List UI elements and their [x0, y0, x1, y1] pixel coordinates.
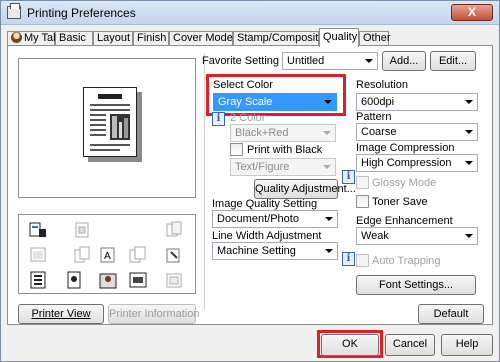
column-divider [204, 54, 205, 310]
account-track-icon [129, 272, 147, 288]
tab-layout[interactable]: Layout [93, 31, 133, 46]
favorite-setting-dropdown[interactable]: Untitled [282, 52, 378, 70]
two-color-label: 2 Color [230, 112, 266, 124]
layout-icon [29, 222, 46, 237]
close-button[interactable]: X [451, 4, 493, 21]
line-width-adjustment-label: Line Width Adjustment [212, 230, 322, 242]
select-color-label: Select Color [213, 79, 273, 91]
select-color-dropdown[interactable]: Gray Scale [213, 93, 337, 111]
line-width-adjustment-dropdown[interactable]: Machine Setting [212, 242, 338, 260]
chevron-down-icon [465, 161, 473, 165]
tab-other[interactable]: Other [359, 31, 391, 46]
document-icon [30, 271, 46, 289]
chevron-down-icon [325, 217, 333, 221]
printer-icon [7, 3, 21, 19]
quality-panel: A Printer View Printer Information Favor… [7, 45, 493, 325]
document-preview-icon [90, 94, 130, 151]
quality-adjustment-button[interactable]: Quality Adjustment... [254, 179, 356, 199]
printer-information-button[interactable]: Printer Information [108, 304, 199, 324]
function-icons-panel: A [18, 214, 196, 294]
booklet-icon [30, 247, 46, 262]
chevron-down-icon [325, 249, 333, 253]
svg-text:A: A [104, 251, 111, 262]
text-icon: A [100, 247, 115, 263]
resolution-label: Resolution [356, 79, 408, 91]
print-with-black-label: Print with Black [247, 144, 323, 156]
chevron-down-icon [465, 130, 473, 134]
info-icon[interactable]: i [212, 112, 225, 126]
font-settings-button[interactable]: Font Settings... [356, 275, 476, 295]
staple-icon [75, 222, 89, 238]
window-title: Printing Preferences [27, 6, 136, 20]
toner-save-checkbox[interactable] [356, 195, 369, 208]
auto-trapping-label: Auto Trapping [372, 255, 441, 267]
two-color-dropdown[interactable]: Black+Red [230, 124, 336, 142]
resolution-dropdown[interactable]: 600dpi [356, 93, 478, 111]
info-icon[interactable]: i [342, 252, 355, 266]
tab-my-tab[interactable]: My Tab [7, 31, 59, 46]
finish-icon [166, 221, 182, 237]
help-button[interactable]: Help [441, 334, 493, 356]
chevron-down-icon [365, 59, 373, 63]
info-icon[interactable]: i [342, 170, 355, 184]
cover-icon [74, 246, 90, 263]
tab-quality[interactable]: Quality [319, 28, 359, 47]
ok-button[interactable]: OK [321, 334, 379, 356]
secure-print-icon [67, 271, 81, 289]
print-with-black-dropdown[interactable]: Text/Figure [230, 158, 336, 176]
tab-basic[interactable]: Basic [55, 31, 93, 46]
stamp-icon [166, 248, 180, 263]
chevron-down-icon [323, 165, 331, 169]
image-compression-label: Image Compression [356, 142, 455, 154]
image-quality-setting-dropdown[interactable]: Document/Photo [212, 210, 338, 228]
image-quality-setting-label: Image Quality Setting [212, 198, 318, 210]
chevron-down-icon [323, 131, 331, 135]
printer-view-button[interactable]: Printer View [18, 304, 104, 324]
print-with-black-checkbox[interactable] [230, 143, 243, 156]
preview-page [83, 87, 137, 157]
auto-trapping-checkbox[interactable] [356, 254, 369, 267]
toner-save-label: Toner Save [372, 196, 428, 208]
glossy-mode-label: Glossy Mode [372, 177, 437, 189]
print-preview [18, 58, 196, 198]
title-bar[interactable]: Printing Preferences X [1, 1, 499, 25]
chevron-down-icon [465, 100, 473, 104]
pattern-label: Pattern [356, 111, 392, 123]
tab-cover-mode[interactable]: Cover Mode [169, 31, 233, 46]
user-icon [11, 32, 22, 43]
favorite-setting-label: Favorite Setting [202, 55, 280, 67]
edge-enhancement-label: Edge Enhancement [356, 215, 453, 227]
chevron-down-icon [465, 234, 473, 238]
default-button[interactable]: Default [418, 304, 484, 324]
user-auth-icon [99, 273, 117, 289]
edit-favorite-button[interactable]: Edit... [430, 51, 476, 71]
mailbox-icon [166, 273, 182, 288]
copy-icon [129, 246, 146, 263]
glossy-mode-checkbox[interactable] [356, 176, 369, 189]
cancel-button[interactable]: Cancel [385, 334, 435, 356]
chevron-down-icon [324, 100, 332, 104]
printing-preferences-window: Printing Preferences X My Tab Basic Layo… [0, 0, 500, 362]
tab-stamp-composition[interactable]: Stamp/Composition [233, 31, 333, 46]
image-compression-dropdown[interactable]: High Compression [356, 154, 478, 172]
pattern-dropdown[interactable]: Coarse [356, 123, 478, 141]
add-favorite-button[interactable]: Add... [382, 51, 426, 71]
tab-finish[interactable]: Finish [133, 31, 169, 46]
edge-enhancement-dropdown[interactable]: Weak [356, 227, 478, 245]
